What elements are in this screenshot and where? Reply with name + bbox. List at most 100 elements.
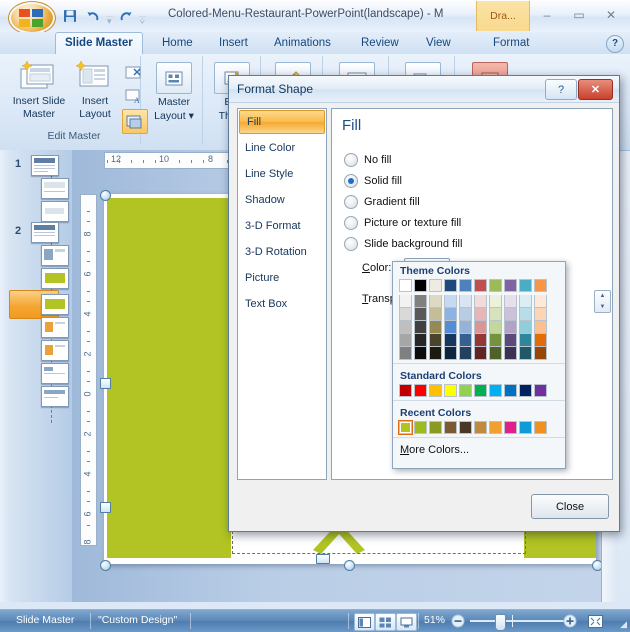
theme-color-swatch-4-3[interactable] [459, 321, 472, 334]
theme-color-swatch-7-5[interactable] [504, 347, 517, 360]
theme-color-swatch-3-2[interactable] [444, 308, 457, 321]
theme-color-swatch-7-3[interactable] [504, 321, 517, 334]
theme-color-swatch-5-1[interactable] [474, 295, 487, 308]
standard-color-swatch-5[interactable] [474, 384, 487, 397]
thumbnail-master-2[interactable] [31, 222, 59, 243]
transparency-spinner[interactable]: ▲ ▼ [594, 290, 611, 313]
radio-solid-fill[interactable]: Solid fill [344, 174, 402, 188]
standard-color-swatch-9[interactable] [534, 384, 547, 397]
theme-color-swatch-6-1[interactable] [489, 295, 502, 308]
tab-home[interactable]: Home [153, 32, 202, 54]
dialog-nav-item-picture[interactable]: Picture [238, 265, 326, 291]
more-colors-menu-item[interactable]: More Colors... [393, 441, 565, 456]
zoom-slider-track[interactable] [470, 620, 566, 622]
theme-color-swatch-1-4[interactable] [414, 334, 427, 347]
theme-color-column-3[interactable] [444, 279, 457, 360]
recent-color-swatch-0[interactable] [398, 420, 413, 435]
theme-color-swatch-1-2[interactable] [414, 308, 427, 321]
theme-color-column-7[interactable] [504, 279, 517, 360]
theme-color-swatch-8-3[interactable] [519, 321, 532, 334]
dialog-nav-item-text-box[interactable]: Text Box [238, 291, 326, 317]
theme-color-swatch-3-0[interactable] [444, 279, 457, 292]
radio-gradient-fill[interactable]: Gradient fill [344, 195, 420, 209]
insert-layout-button[interactable]: Insert Layout [66, 60, 124, 120]
recent-color-swatch-9[interactable] [534, 421, 547, 434]
standard-color-swatch-4[interactable] [459, 384, 472, 397]
view-button-slide-sorter[interactable] [375, 613, 396, 631]
selection-handle-bl-sq[interactable] [100, 502, 111, 513]
customize-qat-icon[interactable]: ⩒ [138, 15, 147, 26]
transparency-spinner-up-icon[interactable]: ▲ [595, 291, 610, 302]
theme-color-swatch-7-4[interactable] [504, 334, 517, 347]
theme-color-swatch-6-2[interactable] [489, 308, 502, 321]
theme-color-swatch-6-0[interactable] [489, 279, 502, 292]
theme-color-swatch-1-3[interactable] [414, 321, 427, 334]
recent-color-swatch-4[interactable] [459, 421, 472, 434]
tab-slide-master[interactable]: Slide Master [55, 32, 143, 56]
theme-color-swatch-5-4[interactable] [474, 334, 487, 347]
theme-color-swatch-8-4[interactable] [519, 334, 532, 347]
thumbnail-layout-2-7[interactable] [41, 386, 69, 407]
selection-handle-bc-sq[interactable] [316, 554, 330, 564]
standard-color-swatch-8[interactable] [519, 384, 532, 397]
theme-color-swatch-3-3[interactable] [444, 321, 457, 334]
theme-color-column-0[interactable] [399, 279, 412, 360]
theme-color-swatch-8-0[interactable] [519, 279, 532, 292]
theme-color-swatch-5-0[interactable] [474, 279, 487, 292]
theme-color-swatch-8-2[interactable] [519, 308, 532, 321]
resize-grip-icon[interactable]: ◢ [620, 619, 627, 630]
zoom-slider-thumb[interactable] [495, 614, 506, 631]
selection-handle-tl[interactable] [100, 190, 111, 201]
theme-color-swatch-7-2[interactable] [504, 308, 517, 321]
insert-slide-master-button[interactable]: Insert Slide Master [10, 60, 68, 120]
recent-color-swatch-8[interactable] [519, 421, 532, 434]
theme-color-swatch-3-4[interactable] [444, 334, 457, 347]
recent-color-swatch-6[interactable] [489, 421, 502, 434]
recent-colors-grid[interactable] [393, 420, 565, 435]
dialog-nav-item-line-color[interactable]: Line Color [238, 135, 326, 161]
radio-no-fill[interactable]: No fill [344, 153, 392, 167]
thumbnail-layout-2-3-selected[interactable] [41, 294, 69, 315]
dialog-help-button[interactable]: ? [545, 79, 577, 100]
theme-color-swatch-1-0[interactable] [414, 279, 427, 292]
theme-color-swatch-6-4[interactable] [489, 334, 502, 347]
dialog-close-button[interactable]: ✕ [578, 79, 613, 100]
theme-color-swatch-9-0[interactable] [534, 279, 547, 292]
theme-color-swatch-9-2[interactable] [534, 308, 547, 321]
standard-colors-grid[interactable] [393, 384, 565, 397]
recent-color-swatch-2[interactable] [429, 421, 442, 434]
theme-color-swatch-0-3[interactable] [399, 321, 412, 334]
theme-color-swatch-9-5[interactable] [534, 347, 547, 360]
selection-handle-ml[interactable] [100, 378, 111, 389]
maximize-button[interactable]: ▭ [564, 4, 594, 25]
theme-color-swatch-0-4[interactable] [399, 334, 412, 347]
theme-color-swatch-3-5[interactable] [444, 347, 457, 360]
theme-color-swatch-5-2[interactable] [474, 308, 487, 321]
theme-color-column-1[interactable] [414, 279, 427, 360]
theme-color-swatch-1-5[interactable] [414, 347, 427, 360]
dialog-nav-list[interactable]: Fill Line Color Line Style Shadow 3-D Fo… [237, 108, 327, 480]
recent-color-swatch-7[interactable] [504, 421, 517, 434]
theme-color-swatch-2-5[interactable] [429, 347, 442, 360]
theme-color-swatch-6-5[interactable] [489, 347, 502, 360]
theme-color-swatch-9-4[interactable] [534, 334, 547, 347]
close-button[interactable]: ✕ [596, 4, 626, 25]
undo-dropdown-icon[interactable]: ▾ [106, 15, 113, 26]
theme-color-swatch-9-3[interactable] [534, 321, 547, 334]
theme-color-swatch-4-5[interactable] [459, 347, 472, 360]
thumbnail-master-1[interactable] [31, 155, 59, 176]
thumbnail-layout-1-1[interactable] [41, 178, 69, 199]
slide-thumbnail-pane[interactable]: 1 2 [0, 150, 73, 602]
theme-color-swatch-1-1[interactable] [414, 295, 427, 308]
rename-master-icon[interactable]: A [122, 85, 146, 108]
zoom-out-button[interactable] [450, 613, 466, 629]
theme-color-swatch-2-0[interactable] [429, 279, 442, 292]
theme-color-column-2[interactable] [429, 279, 442, 360]
dialog-nav-item-shadow[interactable]: Shadow [238, 187, 326, 213]
theme-color-swatch-2-3[interactable] [429, 321, 442, 334]
theme-color-swatch-8-5[interactable] [519, 347, 532, 360]
theme-color-swatch-2-1[interactable] [429, 295, 442, 308]
dialog-nav-item-3d-format[interactable]: 3-D Format [238, 213, 326, 239]
tab-insert[interactable]: Insert [210, 32, 257, 54]
view-button-normal[interactable] [354, 613, 375, 631]
